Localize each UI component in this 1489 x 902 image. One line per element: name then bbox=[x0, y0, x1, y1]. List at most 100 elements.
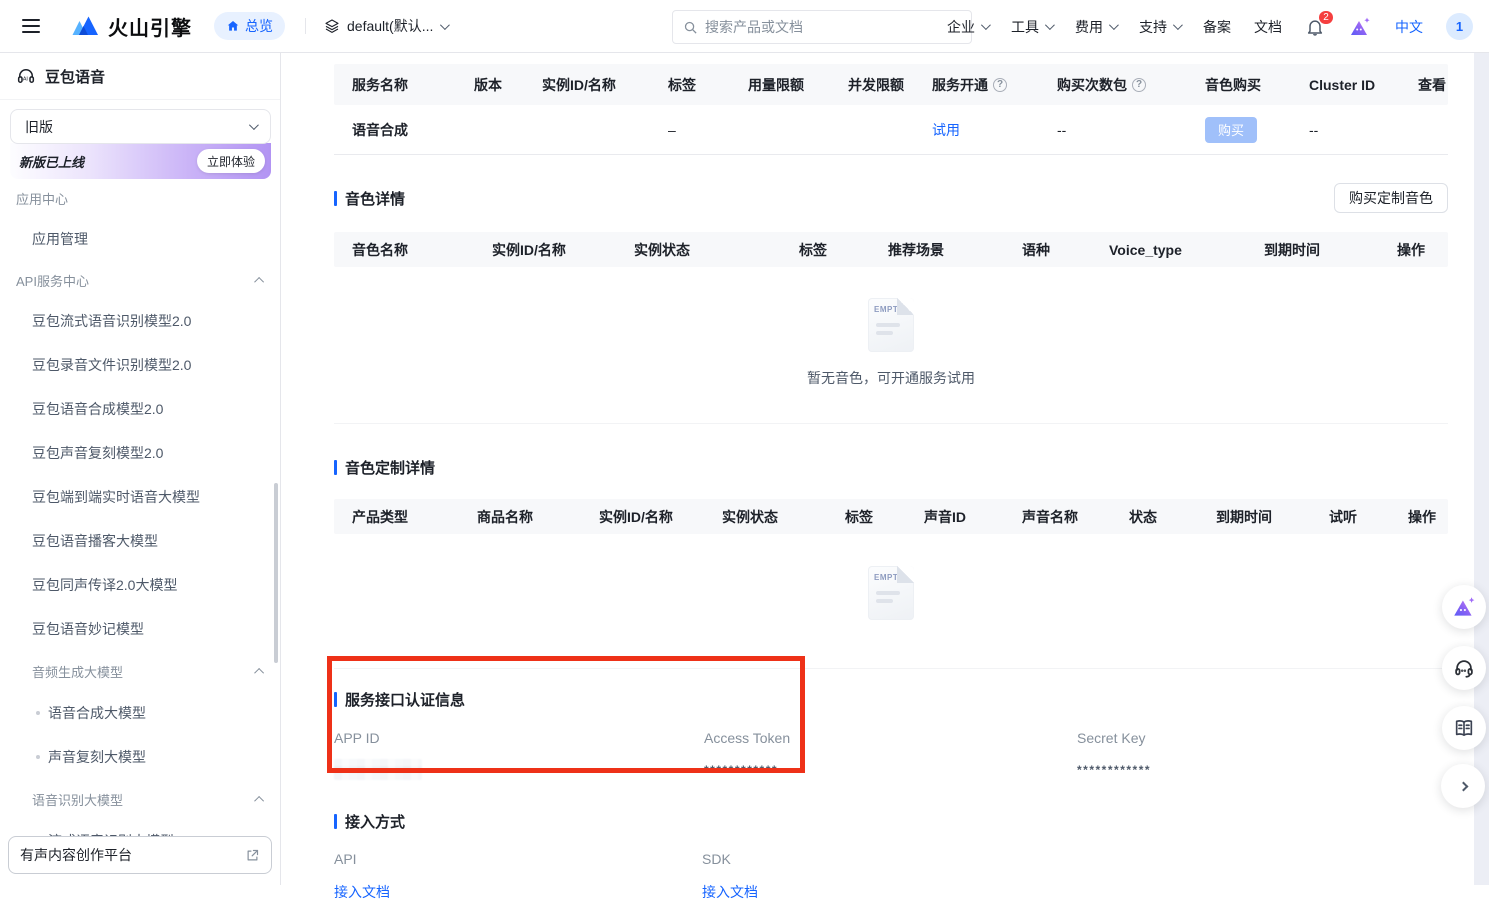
column-header: 标签 bbox=[781, 240, 870, 260]
sidebar-item-realtime-voice[interactable]: 豆包端到端实时语音大模型 bbox=[0, 475, 280, 519]
column-header: 查看 bbox=[1400, 75, 1448, 95]
access-token-value: ************ bbox=[704, 763, 1077, 777]
chevron-down-icon bbox=[1109, 20, 1119, 30]
tag-cell: – bbox=[650, 122, 730, 138]
language-switcher[interactable]: 中文 bbox=[1395, 17, 1423, 37]
sidebar-header: AI 豆包语音 bbox=[0, 53, 280, 100]
trial-link[interactable]: 试用 bbox=[932, 122, 960, 138]
access-method-grid: API 接入文档 SDK 接入文档 bbox=[334, 851, 1448, 902]
voice-table-header: 音色名称 实例ID/名称 实例状态 标签 推荐场景 语种 Voice_type … bbox=[334, 232, 1448, 267]
sidebar-item-tts-2.0[interactable]: 豆包语音合成模型2.0 bbox=[0, 387, 280, 431]
column-header: 操作 bbox=[1390, 507, 1448, 527]
ai-assistant-fab[interactable] bbox=[1442, 585, 1486, 629]
sidebar-item-tts-large-model[interactable]: 语音合成大模型 bbox=[0, 691, 280, 735]
nav-menu-tools[interactable]: 工具 bbox=[1011, 17, 1052, 37]
brand-logo[interactable]: 火山引擎 bbox=[70, 12, 192, 41]
column-header: 版本 bbox=[456, 75, 524, 95]
sidebar-subgroup-asr[interactable]: 语音识别大模型 bbox=[0, 779, 280, 819]
nav-menu-billing[interactable]: 费用 bbox=[1075, 17, 1116, 37]
column-header: 产品类型 bbox=[334, 507, 459, 527]
custom-empty-state: EMPTY bbox=[334, 534, 1448, 669]
nav-divider bbox=[305, 18, 306, 34]
chevron-down-icon bbox=[440, 20, 450, 30]
column-header: 商品名称 bbox=[459, 507, 581, 527]
column-header: 到期时间 bbox=[1198, 507, 1311, 527]
headset-ai-icon: AI bbox=[16, 66, 36, 86]
open-service-cell: 试用 bbox=[914, 120, 1039, 140]
help-icon[interactable]: ? bbox=[1132, 78, 1146, 92]
collapse-panel-fab[interactable] bbox=[1441, 764, 1485, 808]
title-accent-bar bbox=[334, 460, 337, 475]
search-icon bbox=[683, 20, 698, 35]
chevron-down-icon bbox=[1045, 20, 1055, 30]
overview-badge[interactable]: 总览 bbox=[214, 12, 285, 40]
section-title-voice-detail: 音色详情 bbox=[334, 188, 405, 209]
bullet-dot bbox=[36, 711, 40, 715]
nav-menu-enterprise[interactable]: 企业 bbox=[947, 17, 988, 37]
title-accent-bar bbox=[334, 191, 337, 206]
hamburger-menu-icon[interactable] bbox=[18, 15, 44, 37]
buy-button[interactable]: 购买 bbox=[1205, 117, 1257, 143]
column-header: 声音名称 bbox=[1004, 507, 1111, 527]
sidebar-subgroup-audio-gen[interactable]: 音频生成大模型 bbox=[0, 651, 280, 691]
sidebar: AI 豆包语音 旧版 新版已上线 立即体验 应用中心 应用管理 API服务中心 … bbox=[0, 53, 281, 885]
chevron-up-icon bbox=[254, 795, 264, 805]
column-header: 试听 bbox=[1311, 507, 1390, 527]
buy-custom-voice-button[interactable]: 购买定制音色 bbox=[1334, 183, 1448, 213]
column-header: 购买次数包? bbox=[1039, 75, 1187, 95]
sidebar-item-simul-interp-2.0[interactable]: 豆包同声传译2.0大模型 bbox=[0, 563, 280, 607]
empty-document-icon: EMPTY bbox=[868, 566, 914, 620]
column-header: 用量限额 bbox=[730, 75, 830, 95]
column-header: 标签 bbox=[827, 507, 906, 527]
column-header: 实例状态 bbox=[616, 240, 781, 260]
column-header: 到期时间 bbox=[1246, 240, 1379, 260]
sidebar-item-miaoji-model[interactable]: 豆包语音妙记模型 bbox=[0, 607, 280, 651]
column-header: 音色名称 bbox=[334, 240, 474, 260]
support-headset-fab[interactable] bbox=[1442, 646, 1486, 690]
sdk-doc-link[interactable]: 接入文档 bbox=[702, 884, 758, 900]
sidebar-item-streaming-asr-2.0[interactable]: 豆包流式语音识别模型2.0 bbox=[0, 299, 280, 343]
notification-bell-icon[interactable]: 2 bbox=[1305, 17, 1325, 37]
docs-book-fab[interactable] bbox=[1442, 706, 1486, 750]
ai-assistant-icon[interactable] bbox=[1348, 15, 1372, 39]
empty-state-text: 暂无音色，可开通服务试用 bbox=[807, 368, 975, 388]
audio-platform-link[interactable]: 有声内容创作平台 bbox=[8, 836, 272, 874]
search-box[interactable] bbox=[672, 10, 972, 44]
user-avatar[interactable]: 1 bbox=[1446, 13, 1473, 40]
api-access: API 接入文档 bbox=[334, 851, 702, 902]
nav-menu-support[interactable]: 支持 bbox=[1139, 17, 1180, 37]
title-accent-bar bbox=[334, 692, 337, 707]
access-token-field: Access Token ************ bbox=[704, 730, 1077, 780]
navbar-right: 企业 工具 费用 支持 备案 文档 2 中文 1 bbox=[947, 0, 1473, 53]
sidebar-item-voice-clone-2.0[interactable]: 豆包声音复刻模型2.0 bbox=[0, 431, 280, 475]
sidebar-item-app-manage[interactable]: 应用管理 bbox=[0, 217, 280, 261]
nav-link-docs[interactable]: 文档 bbox=[1254, 17, 1282, 37]
sidebar-item-file-asr-2.0[interactable]: 豆包录音文件识别模型2.0 bbox=[0, 343, 280, 387]
secret-key-field: Secret Key ************ bbox=[1077, 730, 1448, 780]
svg-text:AI: AI bbox=[23, 77, 28, 83]
sidebar-group-api-center[interactable]: API服务中心 bbox=[0, 261, 280, 299]
app-id-masked-value bbox=[334, 759, 422, 780]
sidebar-item-podcast-model[interactable]: 豆包语音播客大模型 bbox=[0, 519, 280, 563]
help-icon[interactable]: ? bbox=[993, 78, 1007, 92]
try-now-button[interactable]: 立即体验 bbox=[197, 149, 265, 173]
nav-link-beian[interactable]: 备案 bbox=[1203, 17, 1231, 37]
access-token-label: Access Token bbox=[704, 730, 1077, 746]
section-title-custom-voice: 音色定制详情 bbox=[334, 457, 435, 478]
sidebar-scrollbar-thumb[interactable] bbox=[274, 483, 278, 663]
bullet-dot bbox=[36, 755, 40, 759]
version-select[interactable]: 旧版 bbox=[10, 109, 271, 144]
column-header: 服务名称 bbox=[334, 75, 456, 95]
column-header: 实例ID/名称 bbox=[474, 240, 616, 260]
volcengine-logo-icon bbox=[70, 14, 100, 38]
sidebar-item-clone-large-model[interactable]: 声音复刻大模型 bbox=[0, 735, 280, 779]
buy-cell: 购买 bbox=[1187, 117, 1291, 143]
api-doc-link[interactable]: 接入文档 bbox=[334, 884, 390, 900]
platform-link-label: 有声内容创作平台 bbox=[20, 845, 132, 865]
search-input[interactable] bbox=[705, 19, 961, 35]
title-accent-bar bbox=[334, 814, 337, 829]
column-header: 声音ID bbox=[906, 507, 1004, 527]
page-scrollbar[interactable] bbox=[1474, 53, 1489, 885]
project-switcher[interactable]: default(默认... bbox=[324, 16, 447, 36]
column-header: 实例ID/名称 bbox=[524, 75, 650, 95]
